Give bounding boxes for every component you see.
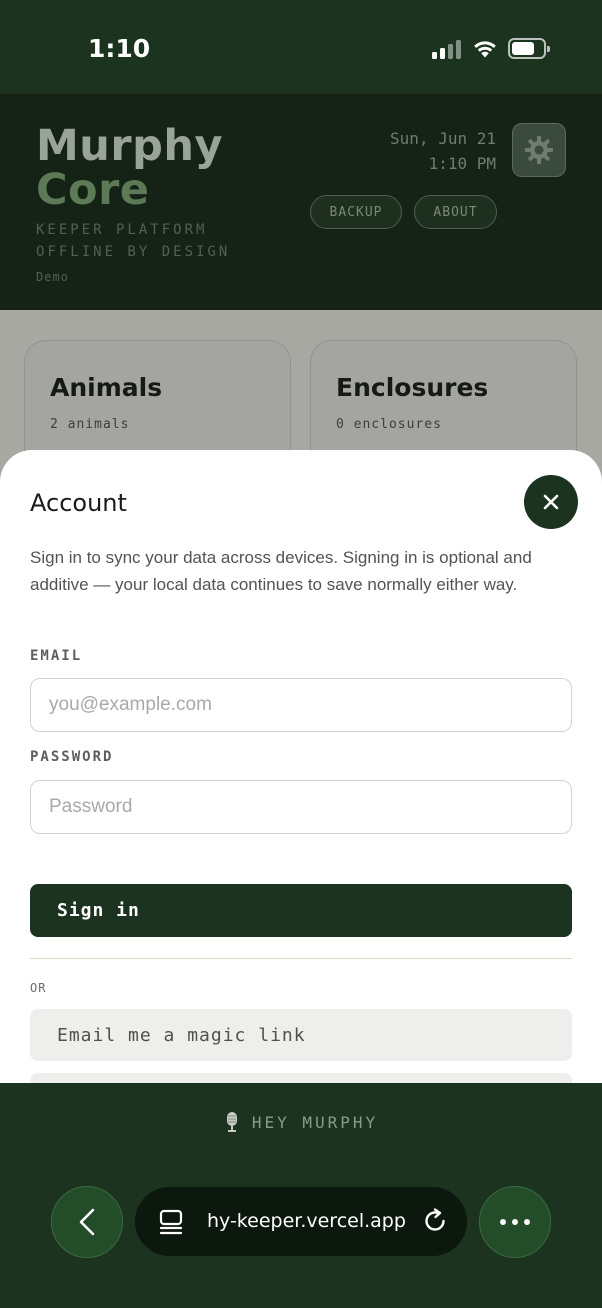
brand-line2: Core (36, 165, 150, 215)
password-input[interactable] (30, 780, 572, 834)
card-title: Enclosures (336, 373, 489, 402)
reload-icon[interactable] (421, 1207, 449, 1235)
sheet-description: Sign in to sync your data across devices… (30, 548, 532, 594)
cellular-signal-icon (432, 40, 462, 59)
more-icon (500, 1219, 530, 1225)
back-chevron-icon (79, 1208, 95, 1236)
app-header: Murphy Core KEEPER PLATFORM OFFLINE BY D… (0, 94, 602, 310)
battery-icon (508, 38, 550, 59)
mode-label: Demo (36, 270, 69, 284)
sheet-title: Account (30, 489, 127, 517)
divider (30, 958, 572, 959)
browser-more-button[interactable] (479, 1186, 551, 1258)
header-time: 1:10 PM (428, 154, 496, 173)
card-title: Animals (50, 373, 163, 402)
brand-logo: Murphy Core (36, 124, 223, 212)
gear-icon (525, 136, 553, 164)
or-separator: OR (30, 981, 47, 995)
account-sheet: Account Sign in to sync your data across… (0, 450, 602, 1083)
header-date: Sun, Jun 21 (390, 129, 496, 148)
status-bar: 1:10 (0, 0, 602, 94)
card-subtitle: 0 enclosures (336, 417, 442, 432)
tagline-1: KEEPER PLATFORM (36, 222, 208, 238)
close-icon (543, 494, 559, 510)
secondary-button-partial[interactable] (30, 1073, 572, 1083)
password-label: PASSWORD (30, 749, 114, 765)
email-label: EMAIL (30, 648, 83, 664)
close-button[interactable] (524, 475, 578, 529)
sign-in-button[interactable]: Sign in (30, 884, 572, 937)
backup-button[interactable]: BACKUP (310, 195, 402, 229)
card-subtitle: 2 animals (50, 417, 130, 432)
browser-url: hy-keeper.vercel.app (207, 1210, 406, 1232)
email-input[interactable] (30, 678, 572, 732)
magic-link-button[interactable]: Email me a magic link (30, 1009, 572, 1061)
hey-murphy-button[interactable]: HEY MURPHY (0, 1111, 602, 1133)
microphone-icon (226, 1112, 237, 1132)
wifi-icon (474, 41, 496, 58)
settings-button[interactable] (512, 123, 566, 177)
browser-url-bar[interactable]: hy-keeper.vercel.app (135, 1187, 467, 1256)
tagline-2: OFFLINE BY DESIGN (36, 244, 231, 260)
status-time: 1:10 (88, 34, 151, 63)
hey-murphy-label: HEY MURPHY (251, 1112, 379, 1132)
header-clock: Sun, Jun 21 1:10 PM (390, 126, 496, 176)
bottom-bar: HEY MURPHY hy-keeper.vercel.app (0, 1083, 602, 1308)
browser-back-button[interactable] (51, 1186, 123, 1258)
tabs-icon (159, 1209, 183, 1235)
about-button[interactable]: ABOUT (414, 195, 497, 229)
brand-line1: Murphy (36, 121, 224, 171)
